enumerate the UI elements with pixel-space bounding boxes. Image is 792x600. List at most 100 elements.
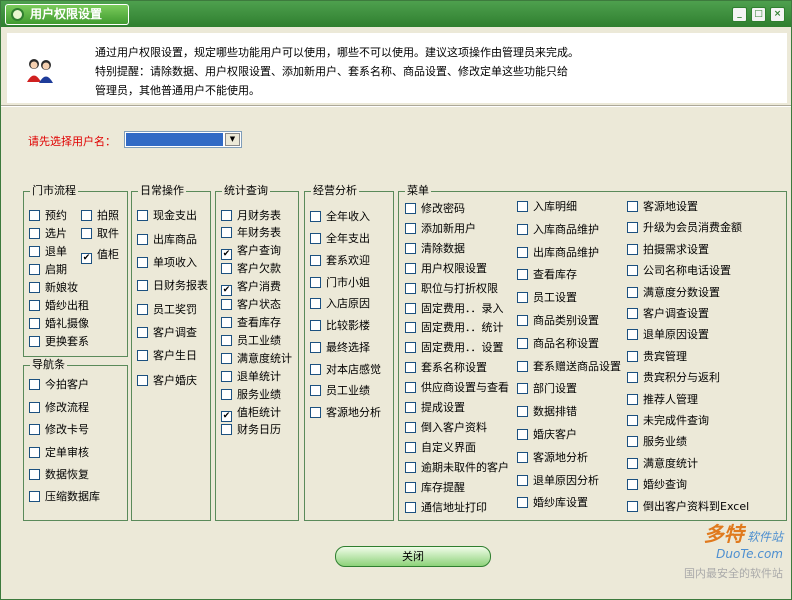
checkbox-checked[interactable]: ✔ [221,285,232,296]
checkbox[interactable]: 推荐人管理 [627,393,698,407]
checkbox-unchecked[interactable] [137,327,148,338]
checkbox-unchecked[interactable] [310,255,321,266]
checkbox-unchecked[interactable] [221,353,232,364]
checkbox-unchecked[interactable] [627,244,638,255]
checkbox-unchecked[interactable] [137,304,148,315]
checkbox[interactable]: 入库商品维护 [517,223,599,237]
checkbox-unchecked[interactable] [405,362,416,373]
checkbox[interactable]: 职位与打折权限 [405,282,498,296]
checkbox[interactable]: 出库商品维护 [517,246,599,260]
checkbox[interactable]: 固定费用．．统计 [405,321,504,335]
checkbox-unchecked[interactable] [221,227,232,238]
checkbox[interactable]: 最终选择 [310,341,370,355]
checkbox[interactable]: 公司名称电话设置 [627,264,731,278]
checkbox[interactable]: 入店原因 [310,297,370,311]
checkbox-unchecked[interactable] [405,223,416,234]
checkbox[interactable]: ✔ 客户查询 [221,244,281,260]
checkbox-unchecked[interactable] [221,210,232,221]
checkbox[interactable]: 套系欢迎 [310,254,370,268]
checkbox[interactable]: 商品名称设置 [517,337,599,351]
checkbox[interactable]: 今拍客户 [29,378,89,392]
checkbox[interactable]: 升级为会员消费金额 [627,221,742,235]
checkbox[interactable]: 套系赠送商品设置 [517,360,621,374]
checkbox[interactable]: 客户调查 [137,326,197,340]
checkbox[interactable]: 满意度统计 [221,352,292,366]
checkbox[interactable]: 全年收入 [310,210,370,224]
checkbox-unchecked[interactable] [405,482,416,493]
checkbox-unchecked[interactable] [517,497,528,508]
checkbox[interactable]: 退单原因分析 [517,474,599,488]
checkbox[interactable]: 选片 [29,227,67,241]
checkbox[interactable]: 新娘妆 [29,281,78,295]
checkbox-unchecked[interactable] [29,282,40,293]
checkbox[interactable]: 预约 [29,209,67,223]
checkbox[interactable]: 员工业绩 [221,334,281,348]
checkbox-unchecked[interactable] [405,382,416,393]
checkbox-unchecked[interactable] [137,350,148,361]
checkbox-unchecked[interactable] [517,315,528,326]
checkbox[interactable]: 婚纱库设置 [517,496,588,510]
checkbox-unchecked[interactable] [310,342,321,353]
checkbox-unchecked[interactable] [627,222,638,233]
checkbox[interactable]: 定单审核 [29,446,89,460]
checkbox-unchecked[interactable] [137,234,148,245]
checkbox-unchecked[interactable] [29,424,40,435]
checkbox-unchecked[interactable] [627,479,638,490]
checkbox-unchecked[interactable] [627,351,638,362]
checkbox-unchecked[interactable] [310,320,321,331]
checkbox-unchecked[interactable] [405,462,416,473]
checkbox-unchecked[interactable] [517,338,528,349]
checkbox-unchecked[interactable] [81,228,92,239]
close-button[interactable]: 关闭 [335,546,491,567]
checkbox-unchecked[interactable] [137,257,148,268]
checkbox-unchecked[interactable] [627,329,638,340]
checkbox[interactable]: 贵宾积分与返利 [627,371,720,385]
checkbox[interactable]: 婚纱查询 [627,478,687,492]
checkbox[interactable]: 清除数据 [405,242,465,256]
checkbox[interactable]: 客户婚庆 [137,374,197,388]
checkbox[interactable]: 修改流程 [29,401,89,415]
checkbox-unchecked[interactable] [29,228,40,239]
checkbox-unchecked[interactable] [405,303,416,314]
checkbox-unchecked[interactable] [517,247,528,258]
checkbox[interactable]: 拍照 [81,209,119,223]
checkbox[interactable]: 更换套系 [29,335,89,349]
checkbox[interactable]: 服务业绩 [221,388,281,402]
checkbox[interactable]: 修改密码 [405,202,465,216]
checkbox[interactable]: 修改卡号 [29,423,89,437]
checkbox[interactable]: 数据恢复 [29,468,89,482]
checkbox-unchecked[interactable] [627,265,638,276]
checkbox[interactable]: 客源地设置 [627,200,698,214]
checkbox[interactable]: 贵宾管理 [627,350,687,364]
checkbox-unchecked[interactable] [29,264,40,275]
checkbox[interactable]: 入库明细 [517,200,577,214]
checkbox-unchecked[interactable] [627,415,638,426]
checkbox[interactable]: 倒入客户资料 [405,421,487,435]
checkbox[interactable]: 客户调查设置 [627,307,709,321]
checkbox-unchecked[interactable] [310,385,321,396]
checkbox-unchecked[interactable] [627,372,638,383]
checkbox[interactable]: 供应商设置与查看 [405,381,509,395]
checkbox[interactable]: 员工设置 [517,291,577,305]
checkbox[interactable]: 提成设置 [405,401,465,415]
checkbox[interactable]: ✔ 客户消费 [221,280,281,296]
checkbox[interactable]: 出库商品 [137,233,197,247]
checkbox-unchecked[interactable] [405,342,416,353]
checkbox-unchecked[interactable] [29,469,40,480]
minimize-button[interactable]: _ [732,7,747,22]
checkbox[interactable]: 拍摄需求设置 [627,243,709,257]
checkbox-unchecked[interactable] [29,491,40,502]
checkbox[interactable]: 商品类别设置 [517,314,599,328]
title-bar[interactable]: 用户权限设置 _ □ × [1,1,791,27]
checkbox-unchecked[interactable] [29,210,40,221]
checkbox-unchecked[interactable] [627,201,638,212]
checkbox-unchecked[interactable] [29,300,40,311]
checkbox-unchecked[interactable] [627,501,638,512]
checkbox-unchecked[interactable] [137,280,148,291]
checkbox-unchecked[interactable] [517,224,528,235]
chevron-down-icon[interactable]: ▼ [225,133,240,146]
checkbox-unchecked[interactable] [405,502,416,513]
maximize-button[interactable]: □ [751,7,766,22]
checkbox[interactable]: ✔ 值柜 [81,248,119,264]
checkbox[interactable]: 满意度分数设置 [627,286,720,300]
